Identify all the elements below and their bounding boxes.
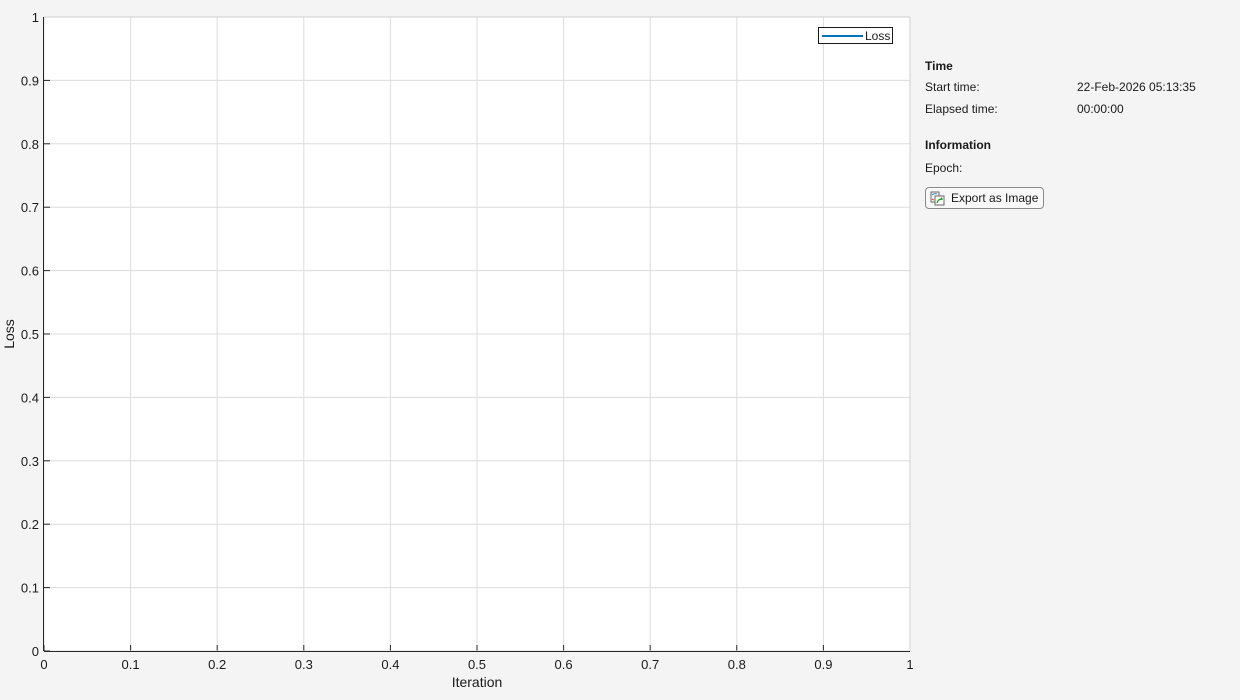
y-tick-label: 0.2 <box>21 517 39 532</box>
x-tick-label: 0.2 <box>208 657 226 672</box>
x-tick-label: 0.8 <box>728 657 746 672</box>
y-tick-label: 0.6 <box>21 264 39 279</box>
x-tick-label: 1 <box>906 657 913 672</box>
information-heading: Information <box>925 138 991 152</box>
y-tick-label: 0.3 <box>21 454 39 469</box>
y-tick-label: 0.4 <box>21 390 39 405</box>
x-tick-label: 0.9 <box>814 657 832 672</box>
elapsed-time-label: Elapsed time: <box>925 102 998 116</box>
start-time-row: Start time: 22-Feb-2026 05:13:35 <box>925 80 1225 94</box>
loss-plot: 0 0.1 0.2 0.3 0.4 0.5 0.6 0.7 0.8 0.9 1 0 0.1 0.2 0.3 0… <box>1 10 914 690</box>
y-tick-label: 0.1 <box>21 581 39 596</box>
y-tick-label: 0.8 <box>21 137 39 152</box>
y-tick-label: 0.5 <box>21 327 39 342</box>
elapsed-time-value: 00:00:00 <box>1077 102 1124 116</box>
legend-line-swatch <box>822 35 863 37</box>
legend-label: Loss <box>865 29 891 43</box>
export-as-image-button[interactable]: Export as Image <box>925 187 1044 209</box>
x-tick-label: 0.7 <box>641 657 659 672</box>
y-tick-label: 0.9 <box>21 73 39 88</box>
start-time-value: 22-Feb-2026 05:13:35 <box>1077 80 1196 94</box>
epoch-label: Epoch: <box>925 161 963 175</box>
elapsed-time-row: Elapsed time: 00:00:00 <box>925 102 1225 116</box>
y-tick-label: 1 <box>32 10 39 25</box>
time-heading: Time <box>925 59 953 73</box>
start-time-label: Start time: <box>925 80 980 94</box>
x-tick-label: 0.3 <box>295 657 313 672</box>
legend[interactable]: Loss <box>818 27 893 44</box>
y-tick-label: 0.7 <box>21 200 39 215</box>
x-tick-label: 0 <box>40 657 47 672</box>
x-axis-label: Iteration <box>452 674 503 690</box>
x-tick-label: 0.6 <box>555 657 573 672</box>
export-button-label: Export as Image <box>951 191 1039 205</box>
x-tick-label: 0.4 <box>381 657 399 672</box>
export-image-icon <box>930 191 945 206</box>
y-tick-label: 0 <box>32 644 39 659</box>
x-tick-label: 0.1 <box>122 657 140 672</box>
x-tick-label: 0.5 <box>468 657 486 672</box>
y-axis-label: Loss <box>1 319 17 349</box>
